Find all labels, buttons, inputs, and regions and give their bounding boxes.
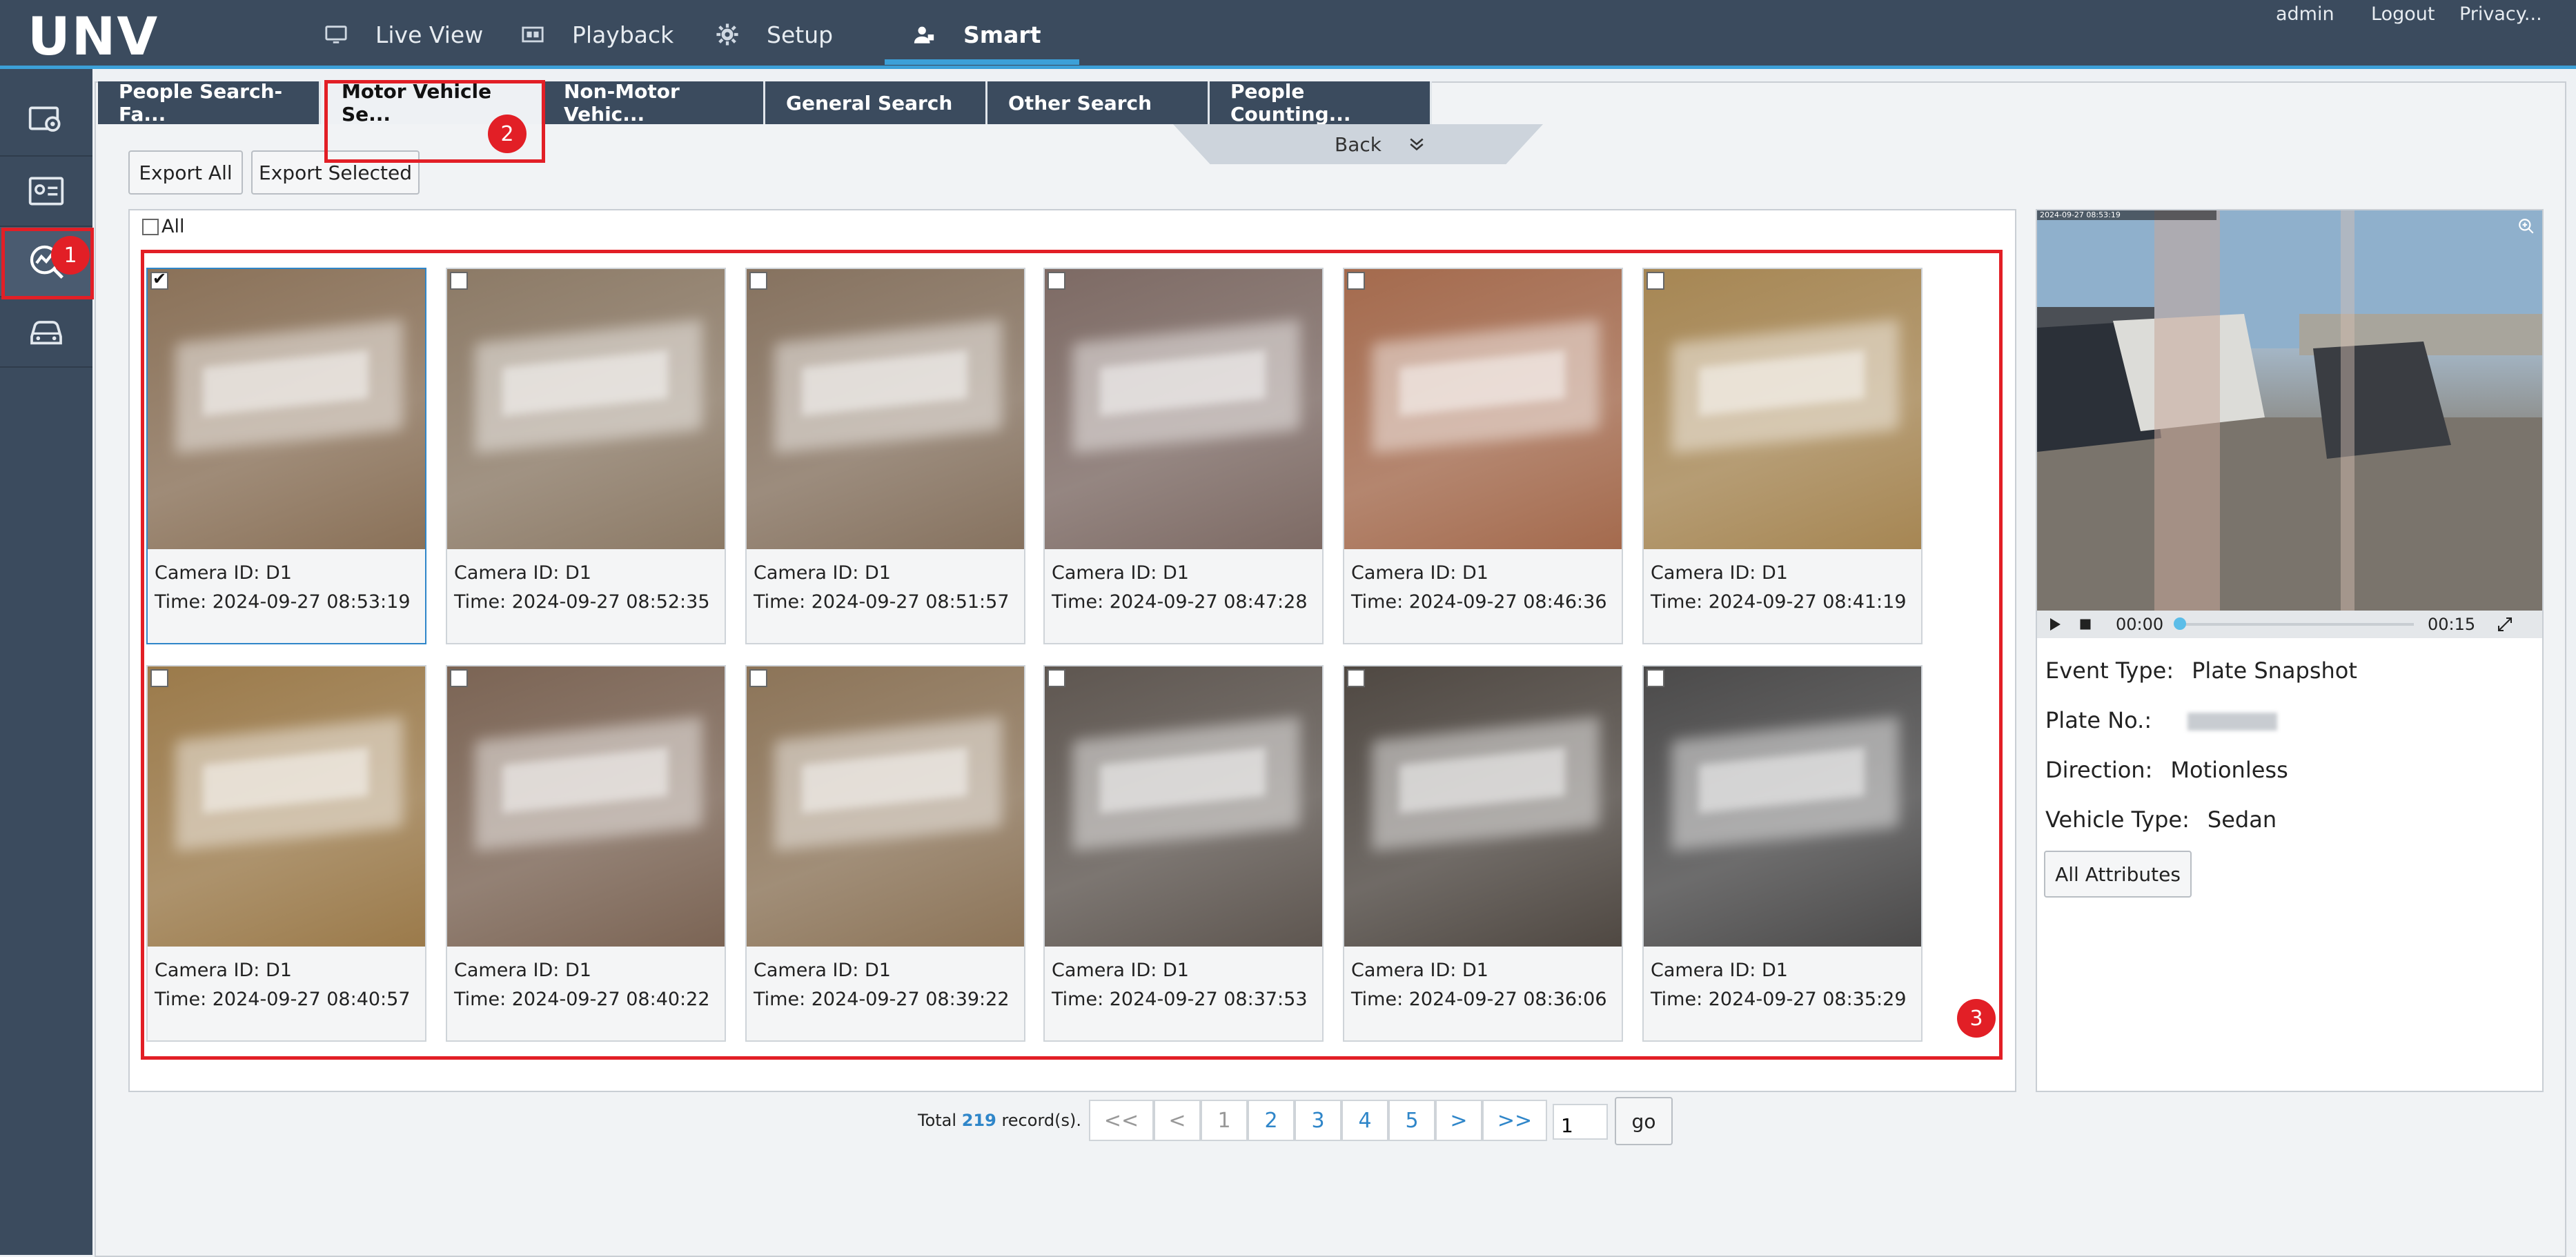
- player-controls: 00:00 00:15: [2037, 611, 2542, 638]
- nav-label: Playback: [572, 21, 674, 48]
- logout-link[interactable]: Logout: [2371, 3, 2435, 25]
- select-all[interactable]: All: [142, 216, 184, 237]
- parking-scene-image: [2037, 210, 2542, 611]
- user-name: admin: [2276, 3, 2334, 25]
- page-3-button[interactable]: 3: [1295, 1100, 1341, 1141]
- back-label: Back: [1335, 132, 1382, 156]
- attr-vehicle-type: Vehicle Type: Sedan: [2045, 806, 2277, 833]
- plate-redacted: [2187, 713, 2278, 731]
- search-tabs: People Search-Fa... Motor Vehicle Se... …: [98, 80, 1432, 126]
- total-records: Total 219 record(s).: [918, 1111, 1081, 1130]
- page-5-button[interactable]: 5: [1388, 1100, 1435, 1141]
- car-icon: [30, 321, 62, 345]
- go-button[interactable]: go: [1615, 1097, 1673, 1145]
- snapshot-timestamp: 2024-09-27 08:53:19: [2040, 210, 2121, 219]
- nav-label: Live View: [375, 21, 484, 48]
- nav-live-view[interactable]: Live View: [324, 0, 483, 69]
- nav-setup[interactable]: Setup: [716, 0, 833, 69]
- select-all-checkbox[interactable]: [142, 218, 159, 235]
- logo: UNV: [28, 6, 159, 67]
- nav-smart[interactable]: Smart: [912, 0, 1041, 69]
- tab-people-counting[interactable]: People Counting...: [1210, 80, 1432, 126]
- page-2-button[interactable]: 2: [1248, 1100, 1295, 1141]
- annotation-marker-3: 3: [1957, 999, 1996, 1038]
- nav-playback[interactable]: Playback: [521, 0, 674, 69]
- attr-value: Plate Snapshot: [2192, 657, 2357, 684]
- annotation-marker-2: 2: [488, 115, 527, 153]
- preview-panel: 2024-09-27 08:53:19 00:00 00:15 Event Ty…: [2036, 209, 2544, 1092]
- last-page-button[interactable]: >>: [1482, 1100, 1547, 1141]
- page-1-button[interactable]: 1: [1201, 1100, 1248, 1141]
- select-all-label: All: [161, 216, 185, 237]
- attr-label: Event Type:: [2045, 657, 2174, 684]
- tab-people-search[interactable]: People Search-Fa...: [98, 80, 321, 126]
- tab-other-search[interactable]: Other Search: [987, 81, 1210, 124]
- privacy-link[interactable]: Privacy...: [2459, 3, 2542, 25]
- person-icon: [914, 26, 934, 43]
- gear-icon: [716, 23, 738, 46]
- attr-direction: Direction: Motionless: [2045, 757, 2288, 783]
- next-page-button[interactable]: >: [1435, 1100, 1482, 1141]
- attr-value: Sedan: [2207, 806, 2277, 833]
- snapshot-image[interactable]: 2024-09-27 08:53:19: [2037, 210, 2542, 611]
- film-icon: [522, 26, 544, 43]
- sidebar-item-camera-settings[interactable]: [0, 86, 92, 157]
- attr-plate-no: Plate No.:: [2045, 707, 2278, 733]
- sidebar-item-id-card[interactable]: [0, 157, 92, 227]
- double-chevron-down-icon: [1410, 138, 1424, 151]
- all-attributes-button[interactable]: All Attributes: [2044, 851, 2192, 898]
- sidebar-item-vehicle[interactable]: [0, 297, 92, 368]
- total-count: 219: [961, 1111, 996, 1130]
- nav-label: Smart: [963, 21, 1041, 48]
- first-page-button[interactable]: <<: [1089, 1100, 1154, 1141]
- total-suffix: record(s).: [1001, 1111, 1081, 1130]
- tab-general-search[interactable]: General Search: [765, 81, 987, 124]
- play-icon[interactable]: [2047, 616, 2063, 633]
- tab-non-motor-vehicle[interactable]: Non-Motor Vehic...: [543, 80, 765, 126]
- annotation-box-3: [141, 250, 2003, 1060]
- prev-page-button[interactable]: <: [1154, 1100, 1201, 1141]
- progress-handle[interactable]: [2174, 617, 2186, 630]
- stop-icon[interactable]: [2078, 617, 2092, 631]
- page-4-button[interactable]: 4: [1341, 1100, 1388, 1141]
- attr-value: Motionless: [2170, 757, 2288, 783]
- id-card-icon: [28, 177, 64, 206]
- fullscreen-icon[interactable]: [2497, 616, 2513, 633]
- export-all-button[interactable]: Export All: [128, 150, 243, 195]
- end-time: 00:15: [2428, 615, 2476, 634]
- monitor-icon: [325, 26, 347, 43]
- zoom-in-icon[interactable]: [2517, 217, 2535, 235]
- annotation-marker-1: 1: [51, 236, 90, 275]
- attr-label: Plate No.:: [2045, 707, 2152, 733]
- page-jump-input[interactable]: [1553, 1104, 1608, 1140]
- total-prefix: Total: [918, 1111, 957, 1130]
- nav-label: Setup: [767, 21, 834, 48]
- current-time: 00:00: [2116, 615, 2164, 634]
- attr-label: Direction:: [2045, 757, 2153, 783]
- active-nav-indicator: [885, 59, 1079, 65]
- progress-track[interactable]: [2179, 623, 2414, 626]
- back-toggle[interactable]: Back: [1173, 124, 1543, 164]
- attr-event-type: Event Type: Plate Snapshot: [2045, 657, 2357, 684]
- attr-label: Vehicle Type:: [2045, 806, 2190, 833]
- camera-settings-icon: [28, 106, 61, 132]
